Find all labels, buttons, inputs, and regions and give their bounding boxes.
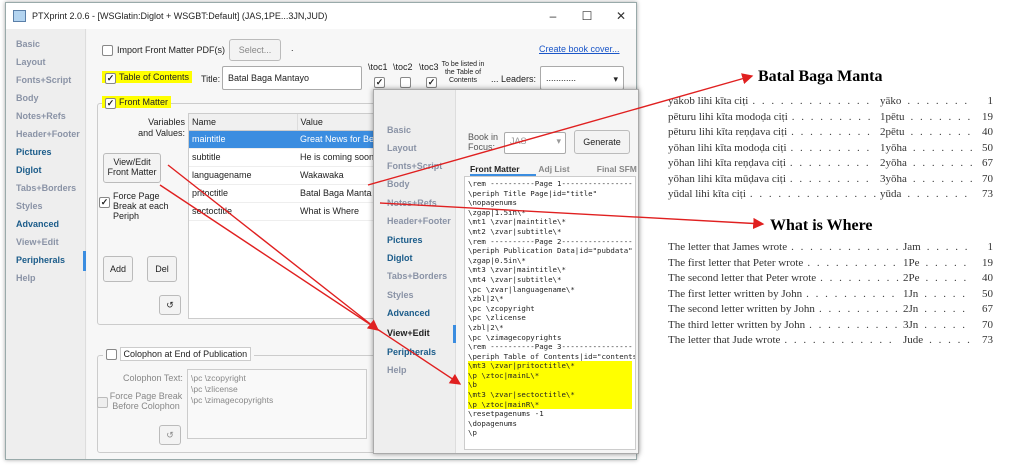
annotation-arrows <box>159 73 765 385</box>
arrow-to-view-edit <box>167 164 380 331</box>
arrow-to-title-2 <box>379 202 765 230</box>
arrow-to-code <box>159 184 462 385</box>
arrow-to-title-1 <box>367 73 754 186</box>
